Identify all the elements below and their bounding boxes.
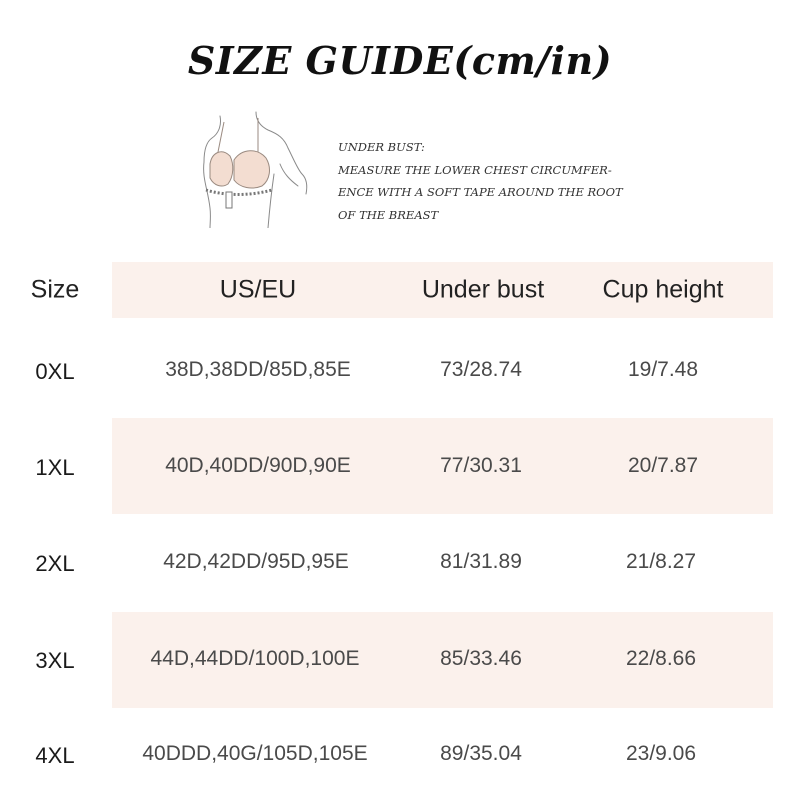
row-cup-height: 23/9.06 [625,742,697,765]
note-line: OF THE BREAST [338,207,439,222]
column-header-us-eu: US/EU [219,275,297,304]
note-line: MEASURE THE LOWER CHEST CIRCUMFER- [338,162,612,177]
row-us-eu: 38D,38DD/85D,85E [165,358,351,381]
page-title: SIZE GUIDE(cm/in) [187,38,613,83]
row-size: 1XL [35,455,75,480]
column-header-under-bust: Under bust [421,275,545,304]
row-under-bust: 89/35.04 [440,742,522,765]
bust-measurement-illustration [203,111,308,228]
row-size: 4XL [35,743,75,768]
row-size: 0XL [35,359,75,384]
measurement-instructions: UNDER BUST: MEASURE THE LOWER CHEST CIRC… [338,136,648,226]
row-under-bust: 73/28.74 [440,358,522,381]
row-under-bust: 77/30.31 [440,454,522,477]
row-cup-height: 20/7.87 [627,454,699,477]
note-line: ENCE WITH A SOFT TAPE AROUND THE ROOT [338,185,623,199]
row-under-bust: 85/33.46 [440,647,522,670]
row-cup-height: 21/8.27 [625,550,697,573]
column-header-cup-height: Cup height [602,275,724,304]
column-header-size: Size [30,275,80,304]
row-us-eu: 44D,44DD/100D,100E [150,647,360,670]
row-cup-height: 19/7.48 [627,358,699,381]
row-cup-height: 22/8.66 [625,647,697,670]
row-size: 3XL [35,648,75,673]
row-us-eu: 40DDD,40G/105D,105E [142,742,368,765]
row-under-bust: 81/31.89 [440,550,522,573]
note-line: UNDER BUST: [338,140,425,154]
row-size: 2XL [35,551,75,576]
row-us-eu: 40D,40DD/90D,90E [165,454,351,477]
row-us-eu: 42D,42DD/95D,95E [163,550,349,573]
